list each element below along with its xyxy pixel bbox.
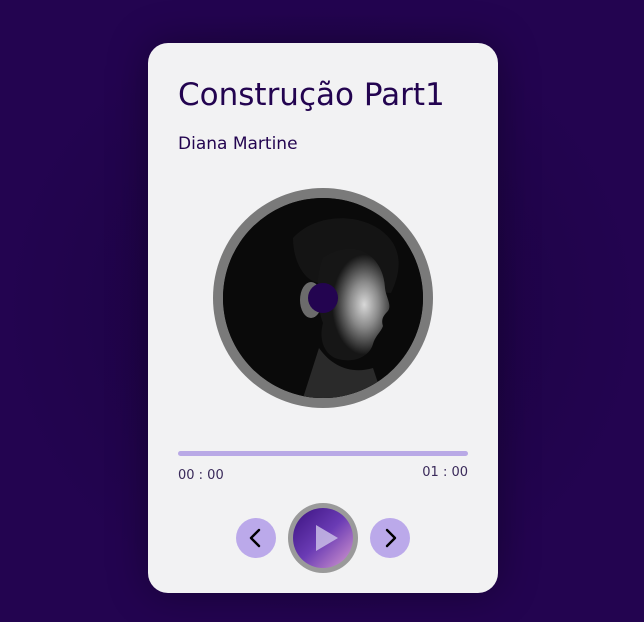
- previous-button[interactable]: [236, 518, 276, 558]
- album-disc: [213, 188, 433, 408]
- song-title: Construção Part1: [178, 77, 445, 113]
- play-button[interactable]: [288, 503, 358, 573]
- current-time: 00 : 00: [178, 468, 224, 483]
- chevron-right-icon: [385, 528, 397, 548]
- chevron-left-icon: [249, 528, 261, 548]
- artist-name: Diana Martine: [178, 134, 298, 154]
- progress-bar[interactable]: [178, 451, 468, 456]
- play-icon: [316, 525, 338, 551]
- total-time: 01 : 00: [422, 465, 468, 480]
- next-button[interactable]: [370, 518, 410, 558]
- app-background: Construção Part1 Diana Martine 00: 00 0…: [0, 0, 644, 622]
- play-button-face: [293, 508, 353, 568]
- playback-controls: [148, 503, 498, 573]
- disc-center-hole: [308, 283, 338, 313]
- music-player-card: Construção Part1 Diana Martine 00: 00 0…: [148, 43, 498, 593]
